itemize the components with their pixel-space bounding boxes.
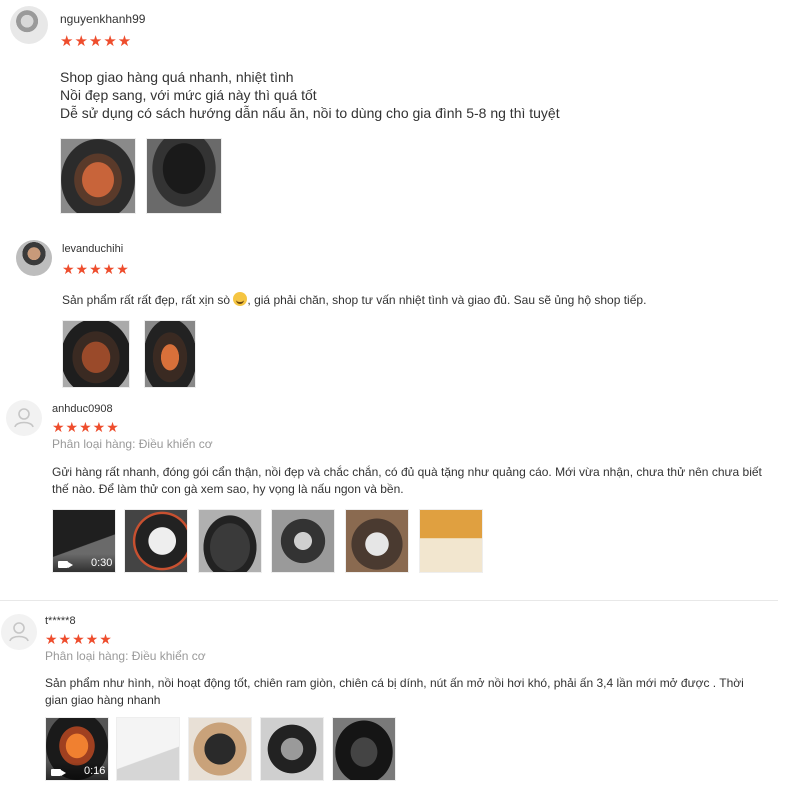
review-line: Nồi đẹp sang, với mức giá này thì quá tố… xyxy=(60,87,317,103)
avatar[interactable] xyxy=(16,240,52,276)
review-image[interactable] xyxy=(116,717,180,781)
review-image[interactable] xyxy=(198,509,262,573)
review-image[interactable] xyxy=(146,138,222,214)
review-video[interactable]: 0:16 xyxy=(45,717,109,781)
review-image[interactable] xyxy=(332,717,396,781)
review-image[interactable] xyxy=(124,509,188,573)
rating-stars: ★★★★★ xyxy=(52,419,120,435)
review-text-part: Sản phẩm rất rất đẹp, rất xịn sò xyxy=(62,293,234,307)
video-duration: 0:30 xyxy=(91,557,113,569)
review-line: Gửi hàng rất nhanh, đóng gói cẩn thận, n… xyxy=(52,465,762,479)
review-line: Sản phẩm như hình, nồi hoạt động tốt, ch… xyxy=(45,676,744,690)
review-text: Gửi hàng rất nhanh, đóng gói cẩn thận, n… xyxy=(52,464,762,498)
user-icon xyxy=(14,408,34,428)
reviewer-name: t*****8 xyxy=(45,615,76,627)
review-image[interactable] xyxy=(345,509,409,573)
review-image[interactable] xyxy=(144,320,196,388)
review-image[interactable] xyxy=(419,509,483,573)
review-text-part: , giá phải chăn, shop tư vấn nhiệt tình … xyxy=(247,293,647,307)
rating-stars: ★★★★★ xyxy=(62,261,130,277)
grinning-face-emoji xyxy=(233,292,248,306)
review-line: thế nào. Để làm thử con gà xem sao, hy v… xyxy=(52,482,404,496)
rating-stars: ★★★★★ xyxy=(60,33,133,50)
review-image[interactable] xyxy=(62,320,130,388)
product-variant: Phân loại hàng: Điều khiển cơ xyxy=(52,437,213,451)
video-duration: 0:16 xyxy=(84,765,106,777)
user-icon xyxy=(9,622,29,642)
product-variant: Phân loại hàng: Điều khiển cơ xyxy=(45,649,206,663)
review-line: Dễ sử dụng có sách hướng dẫn nấu ăn, nồi… xyxy=(60,105,560,121)
reviewer-name: nguyenkhanh99 xyxy=(60,12,146,26)
review-text: Shop giao hàng quá nhanh, nhiệt tình Nồi… xyxy=(60,68,560,122)
review-image[interactable] xyxy=(260,717,324,781)
review-image[interactable] xyxy=(188,717,252,781)
reviewer-name: levanduchihi xyxy=(62,243,124,255)
avatar[interactable] xyxy=(10,6,48,44)
review-text: Sản phẩm rất rất đẹp, rất xịn sò , giá p… xyxy=(62,292,646,308)
rating-stars: ★★★★★ xyxy=(45,631,113,647)
video-camera-icon xyxy=(51,769,66,776)
review-line: Shop giao hàng quá nhanh, nhiệt tình xyxy=(60,69,294,85)
review-image[interactable] xyxy=(271,509,335,573)
video-camera-icon xyxy=(58,561,73,568)
reviewer-name: anhduc0908 xyxy=(52,403,113,415)
review-line: gian giao hàng nhanh xyxy=(45,693,161,707)
review-video[interactable]: 0:30 xyxy=(52,509,116,573)
review-image[interactable] xyxy=(60,138,136,214)
divider xyxy=(0,600,778,601)
avatar[interactable] xyxy=(1,614,37,650)
review-text: Sản phẩm như hình, nồi hoạt động tốt, ch… xyxy=(45,675,744,709)
avatar[interactable] xyxy=(6,400,42,436)
